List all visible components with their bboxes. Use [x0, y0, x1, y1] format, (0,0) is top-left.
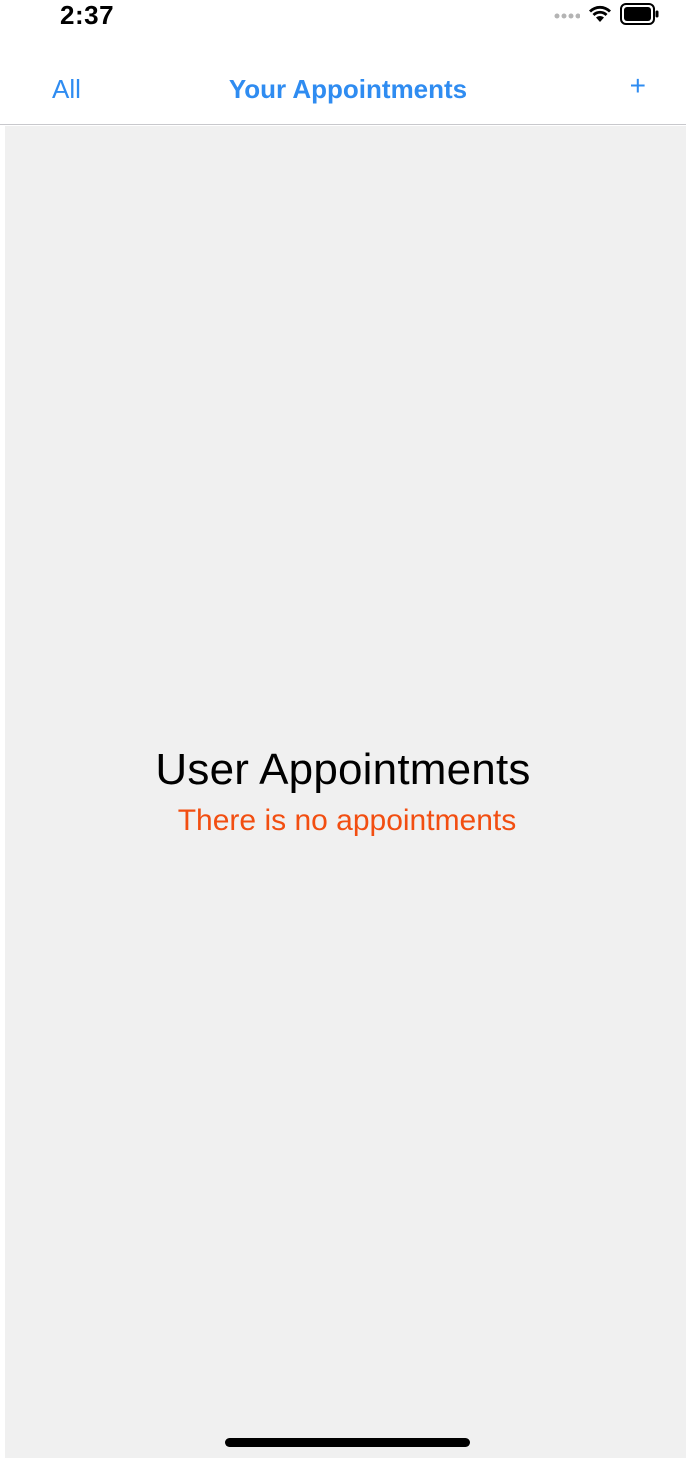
- empty-state-title: User Appointments: [155, 745, 531, 794]
- battery-icon: [620, 2, 660, 30]
- navigation-bar: All Your Appointments +: [0, 44, 686, 125]
- page-title: Your Appointments: [228, 74, 468, 104]
- empty-state-message: There is no appointments: [177, 804, 517, 837]
- status-bar: 2:37: [0, 0, 686, 44]
- signal-dots-icon: [554, 7, 581, 25]
- home-indicator[interactable]: [225, 1438, 470, 1447]
- wifi-icon: [588, 4, 612, 29]
- status-icons: [554, 2, 660, 30]
- status-time: 2:37: [60, 0, 115, 30]
- add-appointment-button[interactable]: +: [630, 72, 646, 100]
